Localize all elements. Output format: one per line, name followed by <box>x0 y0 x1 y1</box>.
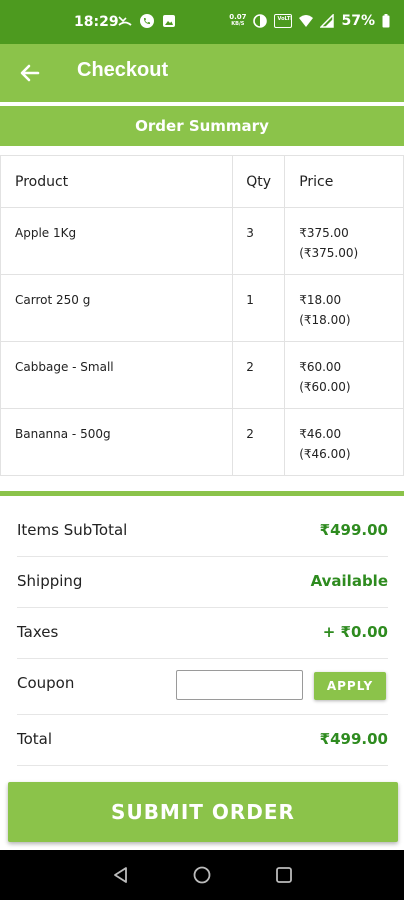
subtotal-label: Items SubTotal <box>17 521 128 539</box>
taxes-row: Taxes + ₹0.00 <box>17 608 388 659</box>
product-name: Bananna - 500g <box>0 408 234 476</box>
triangle-back-icon[interactable] <box>111 865 131 885</box>
section-divider <box>0 491 404 496</box>
column-header-price: Price <box>284 155 404 208</box>
column-header-qty: Qty <box>232 155 286 208</box>
submit-order-button[interactable]: SUBMIT ORDER <box>8 782 398 842</box>
product-name: Apple 1Kg <box>0 207 234 275</box>
product-qty: 1 <box>232 274 286 342</box>
price-sub-value: (₹46.00) <box>299 447 351 461</box>
subtotal-row: Items SubTotal ₹499.00 <box>17 506 388 557</box>
gallery-icon <box>163 15 175 27</box>
coupon-row: Coupon APPLY <box>17 659 388 715</box>
table-header-row: Product Qty Price <box>0 155 404 208</box>
total-row: Total ₹499.00 <box>17 715 388 766</box>
status-bar: 18:29 0.07 KB/S VoLTE 57% <box>0 0 404 44</box>
order-table: Product Qty Price Apple 1Kg 3 ₹375.00 (₹… <box>0 155 404 476</box>
shipping-value: Available <box>310 572 388 590</box>
volte-icon: VoLTE <box>274 14 293 28</box>
price-value: ₹46.00 <box>299 427 342 441</box>
price-value: ₹375.00 <box>299 226 349 240</box>
system-navigation-bar <box>0 850 404 900</box>
order-summary-header: Order Summary <box>0 106 404 146</box>
totals-section: Items SubTotal ₹499.00 Shipping Availabl… <box>17 506 388 766</box>
circle-home-icon[interactable] <box>192 865 212 885</box>
subtotal-value: ₹499.00 <box>319 521 388 539</box>
wifi-icon <box>299 15 314 27</box>
square-recents-icon[interactable] <box>274 865 294 885</box>
product-name: Carrot 250 g <box>0 274 234 342</box>
product-name: Cabbage - Small <box>0 341 234 409</box>
product-price: ₹375.00 (₹375.00) <box>284 207 404 275</box>
battery-percent: 57% <box>341 13 375 29</box>
price-value: ₹18.00 <box>299 293 342 307</box>
status-notification-icons <box>118 14 176 28</box>
price-sub-value: (₹60.00) <box>299 380 351 394</box>
table-row: Apple 1Kg 3 ₹375.00 (₹375.00) <box>0 207 404 275</box>
product-price: ₹18.00 (₹18.00) <box>284 274 404 342</box>
apply-coupon-button[interactable]: APPLY <box>314 672 386 700</box>
product-price: ₹46.00 (₹46.00) <box>284 408 404 476</box>
app-bar: Checkout <box>0 44 404 102</box>
taxes-label: Taxes <box>17 623 59 641</box>
total-label: Total <box>17 730 53 748</box>
signal-icon <box>320 14 335 28</box>
data-rate: 0.07 KB/S <box>229 13 247 28</box>
coupon-input[interactable] <box>176 670 303 700</box>
column-header-product: Product <box>0 155 234 208</box>
call-icon <box>140 14 154 28</box>
page-title: Checkout <box>77 59 169 81</box>
arrow-left-icon[interactable] <box>18 61 42 85</box>
battery-icon <box>382 14 390 28</box>
coupon-label: Coupon <box>17 674 75 692</box>
table-row: Bananna - 500g 2 ₹46.00 (₹46.00) <box>0 408 404 476</box>
price-value: ₹60.00 <box>299 360 342 374</box>
status-time: 18:29 <box>74 14 119 30</box>
table-row: Cabbage - Small 2 ₹60.00 (₹60.00) <box>0 341 404 409</box>
shipping-label: Shipping <box>17 572 83 590</box>
data-saver-icon <box>253 14 268 28</box>
price-sub-value: (₹18.00) <box>299 313 351 327</box>
product-price: ₹60.00 (₹60.00) <box>284 341 404 409</box>
product-qty: 3 <box>232 207 286 275</box>
taxes-value: + ₹0.00 <box>322 623 388 641</box>
missed-call-icon <box>118 16 132 26</box>
shipping-row: Shipping Available <box>17 557 388 608</box>
product-qty: 2 <box>232 341 286 409</box>
total-value: ₹499.00 <box>319 730 388 748</box>
table-row: Carrot 250 g 1 ₹18.00 (₹18.00) <box>0 274 404 342</box>
product-qty: 2 <box>232 408 286 476</box>
status-system-icons: 0.07 KB/S VoLTE 57% <box>229 13 390 29</box>
price-sub-value: (₹375.00) <box>299 246 359 260</box>
